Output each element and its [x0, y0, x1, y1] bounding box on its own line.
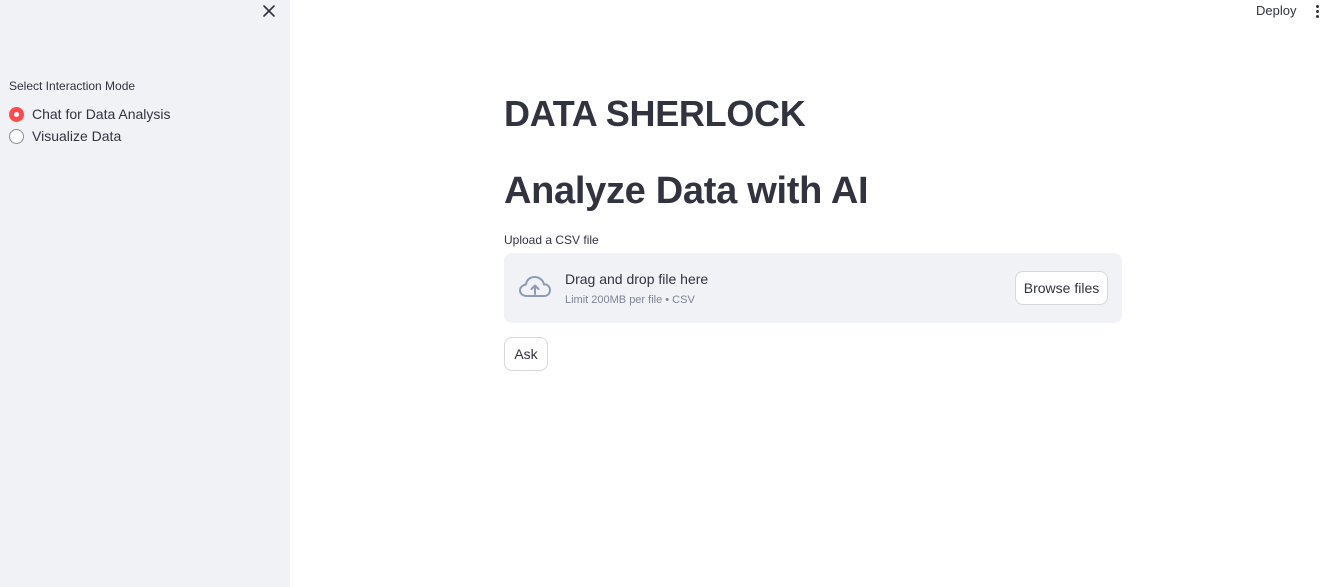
- browse-files-button[interactable]: Browse files: [1015, 271, 1108, 305]
- radio-unselected-indicator[interactable]: [9, 128, 24, 144]
- menu-dot: [1315, 14, 1319, 18]
- deploy-button[interactable]: Deploy: [1256, 3, 1296, 18]
- app-root: Select Interaction Mode Chat for Data An…: [0, 0, 1335, 587]
- interaction-mode-radio-group: Chat for Data Analysis Visualize Data: [9, 103, 171, 147]
- ask-button[interactable]: Ask: [504, 337, 548, 371]
- cloud-upload-icon: [519, 276, 551, 297]
- radio-option-chat[interactable]: Chat for Data Analysis: [9, 103, 171, 125]
- menu-dot: [1315, 9, 1319, 13]
- file-uploader-label: Upload a CSV file: [504, 233, 599, 247]
- radio-selected-indicator[interactable]: [9, 106, 24, 122]
- dropzone-limit-text: Limit 200MB per file • CSV: [565, 294, 695, 306]
- sidebar: Select Interaction Mode Chat for Data An…: [0, 0, 290, 587]
- page-title: DATA SHERLOCK: [504, 93, 806, 134]
- more-vertical-icon[interactable]: [1310, 2, 1324, 20]
- close-icon: [263, 5, 275, 17]
- page-subtitle: Analyze Data with AI: [504, 170, 869, 212]
- radio-option-visualize[interactable]: Visualize Data: [9, 125, 171, 147]
- radio-option-label: Visualize Data: [32, 128, 122, 144]
- file-dropzone[interactable]: Drag and drop file here Limit 200MB per …: [504, 253, 1122, 323]
- menu-dot: [1315, 4, 1319, 8]
- radio-option-label: Chat for Data Analysis: [32, 106, 171, 122]
- dropzone-instructions: Drag and drop file here: [565, 271, 709, 287]
- radio-group-label: Select Interaction Mode: [9, 79, 136, 93]
- close-sidebar-button[interactable]: [259, 1, 279, 21]
